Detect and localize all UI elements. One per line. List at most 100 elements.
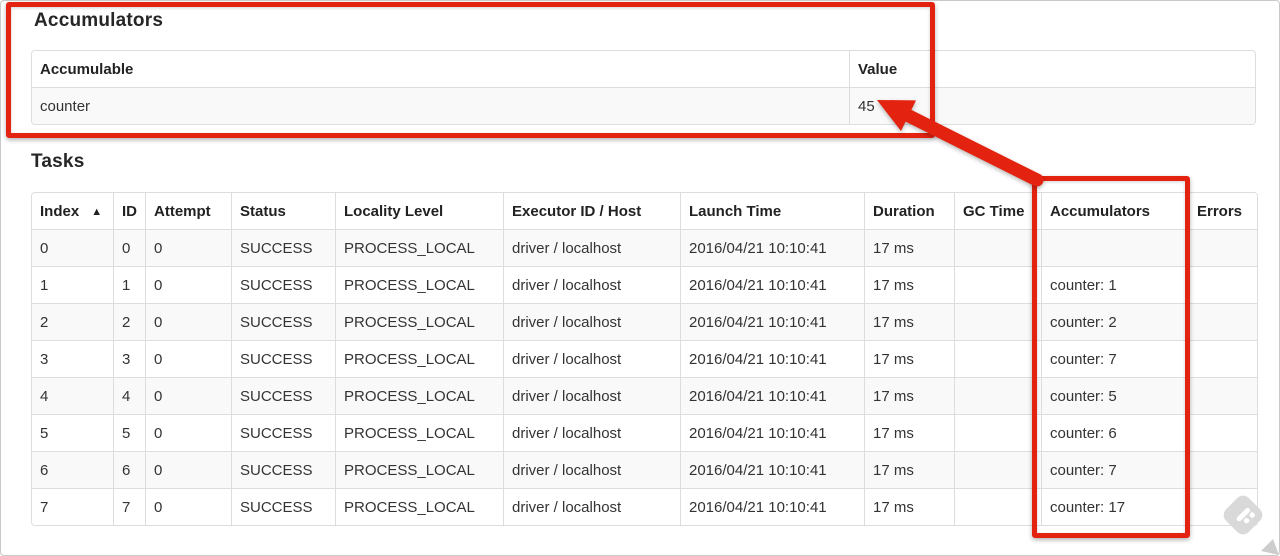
task-row-cell: PROCESS_LOCAL — [336, 341, 504, 378]
task-row-cell: 3 — [32, 341, 114, 378]
task-row-cell — [1189, 452, 1257, 489]
column-header-locality-level[interactable]: Locality Level — [336, 193, 504, 230]
column-header-attempt[interactable]: Attempt — [146, 193, 232, 230]
task-row-cell: driver / localhost — [504, 341, 681, 378]
task-row-cell: 4 — [32, 378, 114, 415]
sort-asc-icon: ▲ — [91, 205, 103, 218]
task-row-cell: driver / localhost — [504, 230, 681, 267]
task-row-cell: 4 — [114, 378, 146, 415]
column-header-accumulators[interactable]: Accumulators — [1042, 193, 1189, 230]
task-row-cell: driver / localhost — [504, 267, 681, 304]
task-row-cell: 1 — [114, 267, 146, 304]
task-row-cell: 2016/04/21 10:10:41 — [681, 415, 865, 452]
task-row-cell: driver / localhost — [504, 378, 681, 415]
task-row-cell: 0 — [146, 230, 232, 267]
task-row-cell: counter: 2 — [1042, 304, 1189, 341]
task-row-cell — [955, 304, 1042, 341]
column-header-value: Value — [850, 51, 1255, 88]
column-header-index-label: Index — [40, 202, 80, 220]
task-row-cell: counter: 17 — [1042, 489, 1189, 525]
task-row-cell: 0 — [146, 267, 232, 304]
column-header-launch-time[interactable]: Launch Time — [681, 193, 865, 230]
task-row-cell: driver / localhost — [504, 489, 681, 525]
task-row-cell: SUCCESS — [232, 415, 336, 452]
column-header-executor-id-host[interactable]: Executor ID / Host — [504, 193, 681, 230]
task-row-cell: 5 — [114, 415, 146, 452]
task-row-cell: PROCESS_LOCAL — [336, 304, 504, 341]
task-row-cell: 0 — [146, 489, 232, 525]
task-row: 1 1 0 SUCCESS PROCESS_LOCAL driver / localhos… — [32, 267, 1257, 304]
task-row-cell: 17 ms — [865, 415, 955, 452]
accumulator-row-cell: counter — [32, 88, 850, 124]
task-row-cell: 5 — [32, 415, 114, 452]
task-row-cell — [1042, 230, 1189, 267]
task-row-cell: 7 — [114, 489, 146, 525]
task-row-cell — [955, 230, 1042, 267]
task-row-cell — [1189, 378, 1257, 415]
column-header-errors[interactable]: Errors — [1189, 193, 1257, 230]
accumulators-table: Accumulable Value counter 45 — [31, 50, 1256, 125]
task-row-cell: SUCCESS — [232, 341, 336, 378]
task-row-cell: SUCCESS — [232, 489, 336, 525]
task-row: 6 6 0 SUCCESS PROCESS_LOCAL driver / localhos… — [32, 452, 1257, 489]
task-row-cell: driver / localhost — [504, 304, 681, 341]
task-row-cell — [955, 452, 1042, 489]
task-row-cell: 2016/04/21 10:10:41 — [681, 378, 865, 415]
task-row-cell: SUCCESS — [232, 267, 336, 304]
task-row-cell — [955, 267, 1042, 304]
task-row-cell — [955, 341, 1042, 378]
task-row-cell: 0 — [146, 415, 232, 452]
task-row: 3 3 0 SUCCESS PROCESS_LOCAL driver / localhos… — [32, 341, 1257, 378]
column-header-duration[interactable]: Duration — [865, 193, 955, 230]
task-row-cell: SUCCESS — [232, 304, 336, 341]
task-row-cell — [955, 489, 1042, 525]
column-header-id[interactable]: ID — [114, 193, 146, 230]
task-row-cell: 0 — [146, 304, 232, 341]
task-row-cell: 3 — [114, 341, 146, 378]
task-row: 2 2 0 SUCCESS PROCESS_LOCAL driver / localhos… — [32, 304, 1257, 341]
task-row-cell: 2 — [114, 304, 146, 341]
task-row-cell: 2016/04/21 10:10:41 — [681, 267, 865, 304]
task-row-cell: PROCESS_LOCAL — [336, 267, 504, 304]
task-row-cell: 17 ms — [865, 378, 955, 415]
task-row-cell: 2016/04/21 10:10:41 — [681, 304, 865, 341]
task-row-cell: 0 — [146, 341, 232, 378]
task-row-cell: PROCESS_LOCAL — [336, 230, 504, 267]
task-row-cell: 1 — [32, 267, 114, 304]
task-row-cell: counter: 7 — [1042, 341, 1189, 378]
cursor-artifact — [1261, 539, 1279, 555]
column-header-status[interactable]: Status — [232, 193, 336, 230]
column-header-gc-time[interactable]: GC Time — [955, 193, 1042, 230]
accumulator-row: counter 45 — [32, 88, 1255, 124]
task-row-cell: 0 — [146, 378, 232, 415]
task-row-cell: counter: 1 — [1042, 267, 1189, 304]
task-row-cell: 2016/04/21 10:10:41 — [681, 452, 865, 489]
task-row-cell: counter: 6 — [1042, 415, 1189, 452]
task-row-cell: 17 ms — [865, 341, 955, 378]
task-row: 0 0 0 SUCCESS PROCESS_LOCAL driver / localhos… — [32, 230, 1257, 267]
task-row: 4 4 0 SUCCESS PROCESS_LOCAL driver / localhos… — [32, 378, 1257, 415]
task-row-cell: 17 ms — [865, 489, 955, 525]
tasks-section-title: Tasks — [31, 151, 85, 172]
task-row-cell: 6 — [32, 452, 114, 489]
task-row-cell: 2 — [32, 304, 114, 341]
column-header-index[interactable]: Index ▲ — [32, 193, 114, 230]
task-row-cell — [1189, 415, 1257, 452]
task-row-cell: 17 ms — [865, 267, 955, 304]
task-row-cell: driver / localhost — [504, 415, 681, 452]
task-row-cell: 2016/04/21 10:10:41 — [681, 230, 865, 267]
task-row-cell: 17 ms — [865, 230, 955, 267]
task-row-cell: counter: 7 — [1042, 452, 1189, 489]
task-row-cell: 2016/04/21 10:10:41 — [681, 341, 865, 378]
task-row-cell — [1189, 489, 1257, 525]
task-row-cell: counter: 5 — [1042, 378, 1189, 415]
task-row-cell — [1189, 267, 1257, 304]
accumulators-header-row: Accumulable Value — [32, 51, 1255, 88]
accumulators-section-title: Accumulators — [34, 10, 164, 31]
task-row: 7 7 0 SUCCESS PROCESS_LOCAL driver / localhos… — [32, 489, 1257, 525]
task-row-cell: 0 — [32, 230, 114, 267]
task-row-cell: 17 ms — [865, 304, 955, 341]
task-row-cell: 0 — [114, 230, 146, 267]
tasks-header-row: Index ▲ ID Attempt Status Locality Level … — [32, 193, 1257, 230]
task-row-cell — [1189, 341, 1257, 378]
